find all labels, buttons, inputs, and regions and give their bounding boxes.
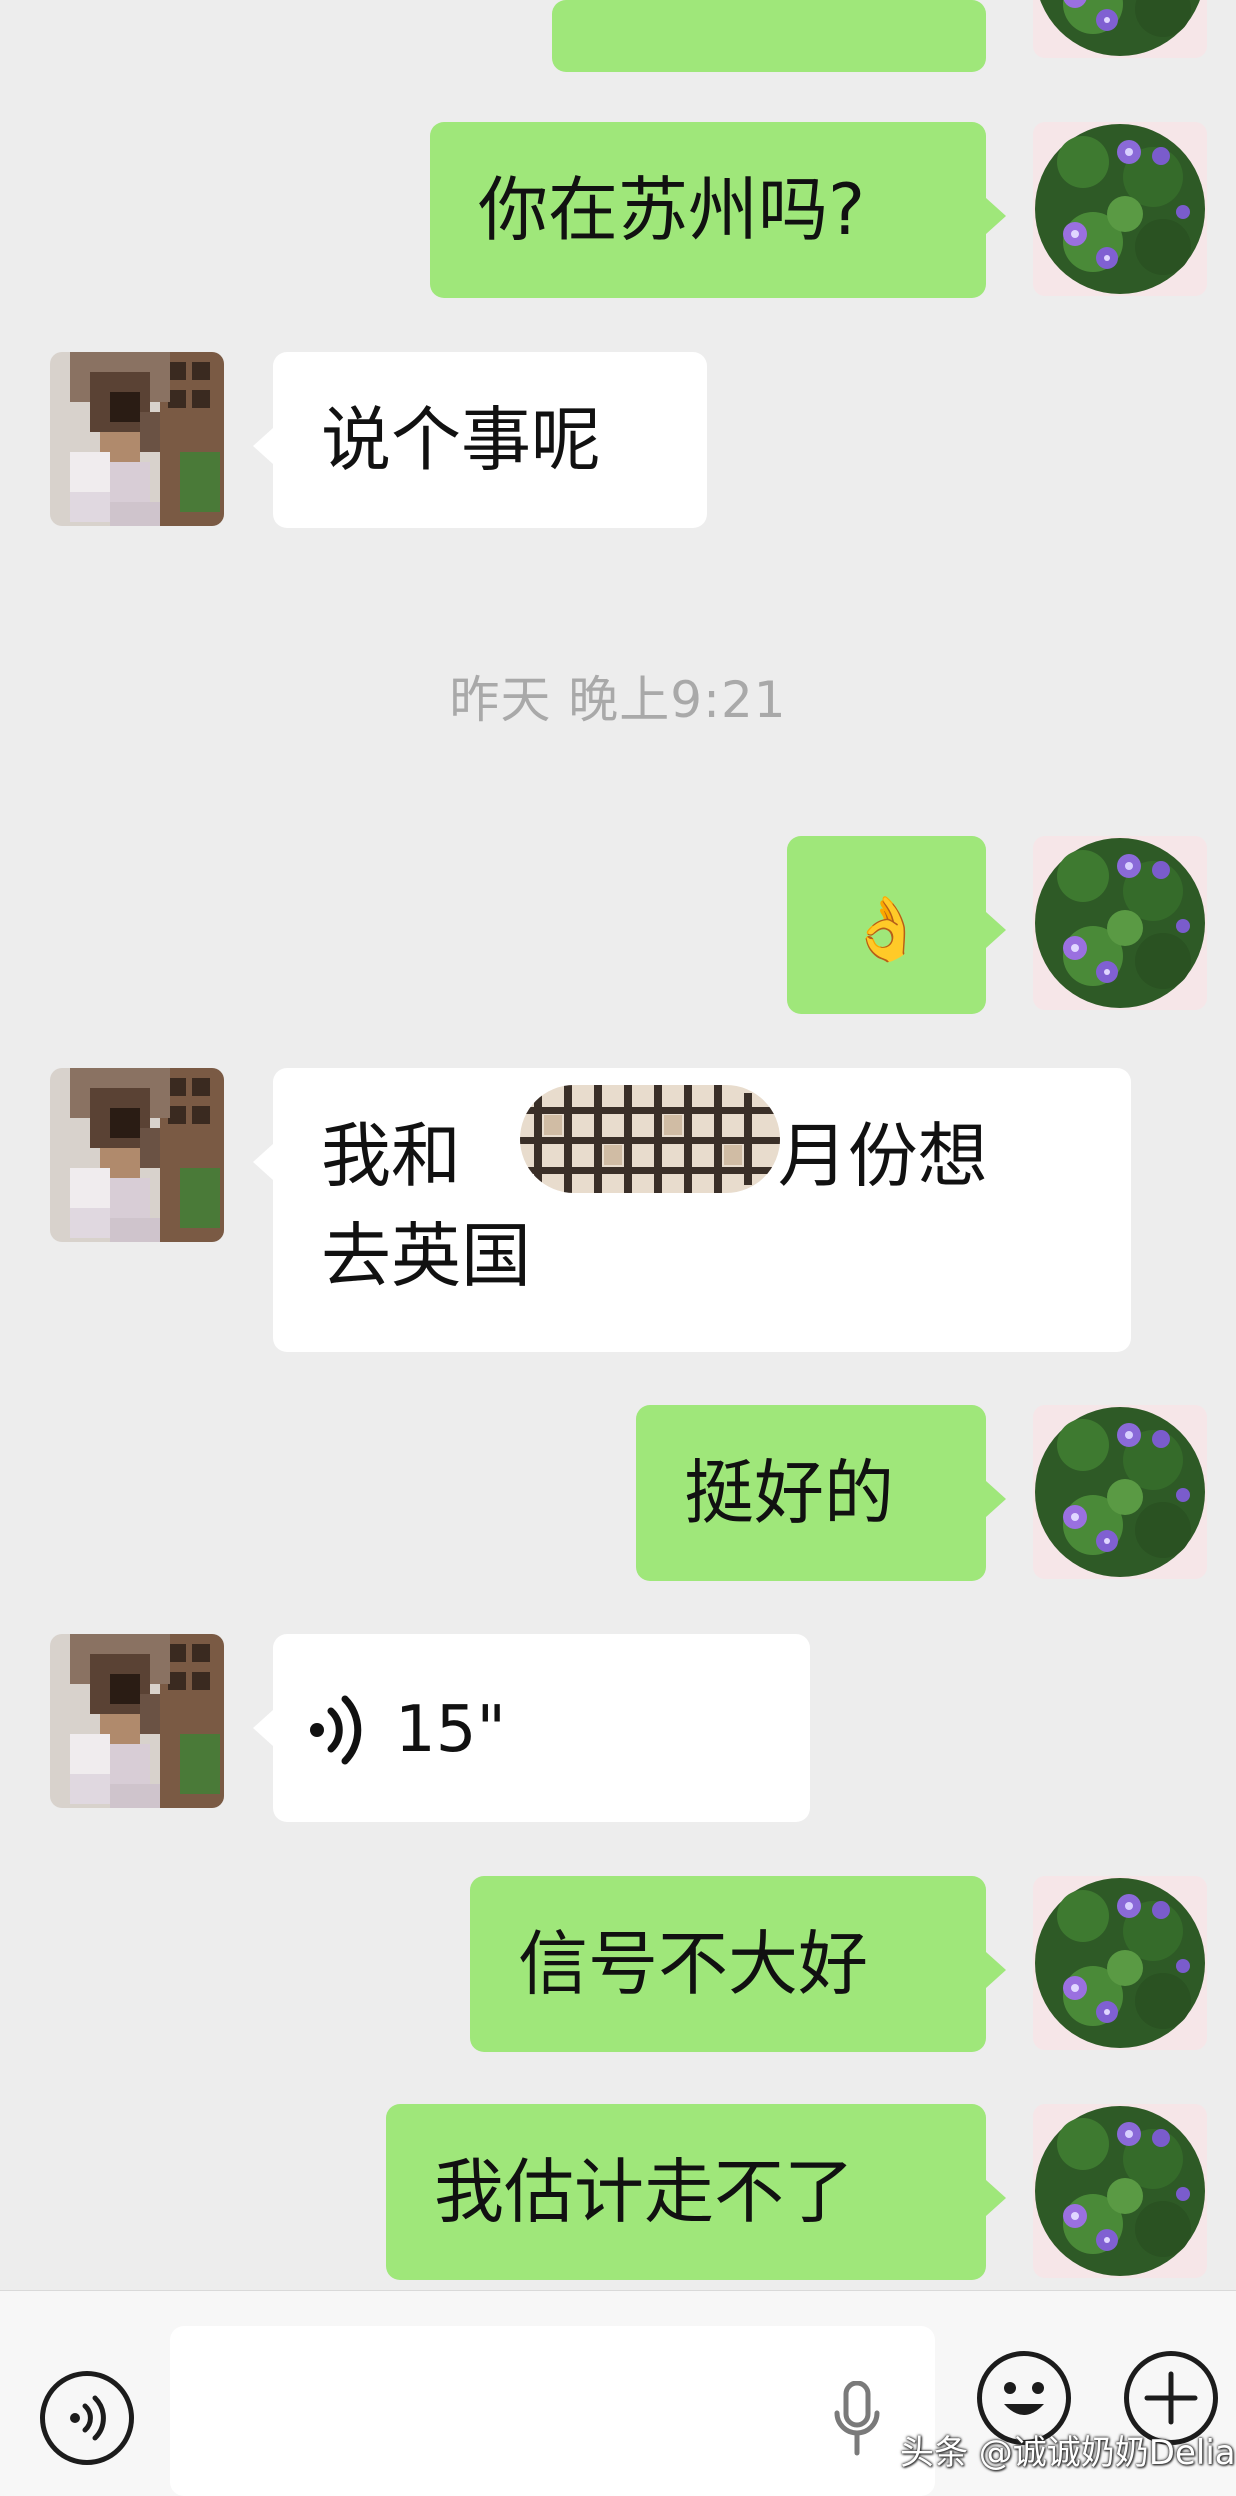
voice-wave-icon bbox=[70, 2395, 106, 2441]
message-bubble-sent[interactable]: 👌 bbox=[787, 836, 1006, 1014]
message-line-2: 去英国 bbox=[321, 1215, 531, 1297]
message-bubble-sent[interactable]: 你在苏州吗? bbox=[430, 122, 1006, 298]
message-timestamp: 昨天 晚上9:21 bbox=[449, 671, 787, 729]
redaction-mosaic bbox=[520, 1085, 780, 1193]
message-bubble-received[interactable]: 说个事呢 bbox=[253, 352, 707, 528]
microphone-icon[interactable] bbox=[832, 2381, 882, 2457]
message-bubble-sent[interactable]: 信号不大好 bbox=[470, 1876, 1006, 2052]
my-avatar[interactable] bbox=[1033, 2104, 1207, 2278]
my-avatar[interactable] bbox=[1033, 122, 1207, 296]
my-avatar[interactable] bbox=[1033, 1876, 1207, 2050]
message-bubble-sent[interactable]: 我估计走不了 bbox=[386, 2104, 1006, 2280]
contact-avatar[interactable] bbox=[50, 352, 224, 526]
message-bubble-sent[interactable] bbox=[552, 0, 986, 72]
voice-wave-icon bbox=[310, 1695, 362, 1765]
my-avatar[interactable] bbox=[1033, 836, 1207, 1010]
contact-avatar[interactable] bbox=[50, 1634, 224, 1808]
watermark: 头条 @诚诚奶奶Delia bbox=[900, 2433, 1236, 2473]
voice-duration: 15" bbox=[395, 1693, 506, 1767]
message-input[interactable] bbox=[170, 2326, 935, 2496]
voice-mode-button[interactable] bbox=[40, 2371, 134, 2465]
contact-avatar[interactable] bbox=[50, 1068, 224, 1242]
my-avatar[interactable] bbox=[1033, 0, 1207, 58]
message-bubble-sent[interactable]: 挺好的 bbox=[636, 1405, 1006, 1581]
my-avatar[interactable] bbox=[1033, 1405, 1207, 1579]
ok-hand-emoji: 👌 bbox=[847, 892, 926, 965]
chat-area: 你在苏州吗? 说个事呢 昨天 晚上9:21 👌 我和 9 月份想 去英国 挺好的… bbox=[0, 0, 1236, 2290]
